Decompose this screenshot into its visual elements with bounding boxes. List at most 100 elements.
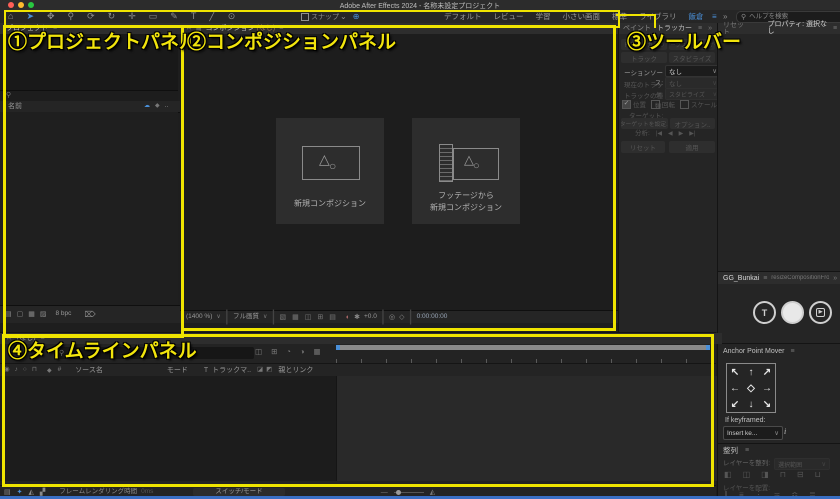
tab-gg-bunkai[interactable]: GG_Bunkai — [723, 275, 759, 282]
trkmat-column[interactable]: トラックマ.. — [212, 367, 251, 374]
anchor-info-button[interactable]: i — [784, 427, 786, 436]
label-color-icon[interactable]: ◆ — [155, 103, 160, 109]
move-anchor-left-icon[interactable]: ← — [727, 380, 743, 396]
column-name[interactable]: 名前 — [8, 103, 22, 110]
switch-mode-button[interactable]: スイッチ/モード — [193, 488, 284, 497]
transparency-grid-icon[interactable]: ▦ — [292, 314, 299, 321]
frame-blend-icon[interactable]: ◑ — [300, 348, 305, 356]
rotation-checkbox[interactable]: 回転 — [651, 99, 675, 109]
adjustment-icon[interactable]: ▨ — [40, 311, 47, 318]
workspace-menu-icon[interactable]: ≡ — [712, 12, 717, 21]
keyframe-mode-dropdown[interactable]: Insert ke... ∨ — [723, 426, 783, 440]
anchor-panel-title[interactable]: Anchor Point Mover — [723, 348, 784, 355]
move-anchor-top-left-icon[interactable]: ↖ — [727, 364, 743, 380]
move-anchor-bottom-right-icon[interactable]: ↘ — [759, 396, 775, 412]
gg-bunkai-solid-button[interactable] — [781, 301, 804, 324]
align-v-center-icon[interactable]: ⊟ — [797, 471, 804, 479]
axis-mode-icon[interactable]: ⊕ — [353, 13, 360, 21]
scale-checkbox[interactable]: スケール — [680, 99, 717, 109]
render-time-icon[interactable]: ▞ — [40, 489, 45, 496]
timeline-zoom-out-icon[interactable]: — — [381, 489, 388, 496]
video-eye-icon[interactable]: ◉ — [4, 367, 10, 374]
resolution-value[interactable]: フル画質 — [233, 314, 259, 321]
scripts-overflow-icon[interactable]: » — [833, 275, 837, 282]
analyze-backward-one-icon[interactable]: |◀ — [656, 131, 662, 137]
move-anchor-bottom-left-icon[interactable]: ↙ — [727, 396, 743, 412]
anchor-panel-menu-icon[interactable]: ≡ — [790, 348, 794, 355]
tracker-reset-button[interactable]: リセット — [621, 141, 665, 153]
matte-alpha-icon[interactable]: ◪ — [257, 367, 263, 374]
timeline-zoom-handle[interactable] — [396, 490, 401, 495]
draft-3d-icon[interactable]: ⊞ — [271, 348, 277, 356]
brush-tool-icon[interactable]: ╱ — [209, 12, 214, 21]
work-area-end-handle[interactable] — [706, 345, 710, 350]
t-column[interactable]: T — [204, 367, 208, 374]
puppet-pin-tool-icon[interactable]: ⊙ — [228, 12, 236, 21]
pen-tool-icon[interactable]: ✎ — [170, 12, 178, 21]
timeline-zoom-slider[interactable] — [394, 492, 424, 493]
work-area-bar[interactable] — [336, 345, 710, 350]
column-dots-icon[interactable]: ‥ — [165, 103, 169, 109]
motion-blur-icon[interactable]: ▦ — [313, 348, 320, 356]
snap-options-icon[interactable]: ⌄ — [340, 13, 347, 21]
layer-track-area[interactable] — [336, 376, 717, 481]
comp-mini-flowchart-icon[interactable]: ◫ — [255, 348, 262, 356]
hide-shy-layers-icon[interactable]: ◔ — [286, 348, 291, 356]
magnification-value[interactable]: (1400 %) — [186, 314, 212, 321]
composition-timecode[interactable]: 0:00:00:00 — [417, 314, 448, 321]
pan-behind-tool-icon[interactable]: ✛ — [128, 12, 136, 21]
snap-checkbox[interactable] — [301, 13, 309, 21]
project-item-list[interactable] — [0, 112, 178, 305]
rulers-icon[interactable]: ▤ — [329, 314, 336, 321]
workspace-tab-iikura[interactable]: 飯倉 — [689, 13, 704, 21]
analyze-forward-icon[interactable]: ▶ — [679, 131, 684, 137]
position-checkbox[interactable]: ✓位置 — [622, 99, 646, 109]
hand-tool-icon[interactable]: ✥ — [47, 12, 55, 21]
expand-in-out-icon[interactable]: ◭ — [29, 489, 34, 496]
move-anchor-bottom-icon[interactable]: ↓ — [743, 396, 759, 412]
analyze-backward-icon[interactable]: ◀ — [668, 131, 673, 137]
expand-layer-switches-icon[interactable]: ▤ — [4, 489, 11, 496]
workspace-overflow-icon[interactable]: » — [723, 12, 727, 21]
trash-icon[interactable]: ⌦ — [84, 311, 95, 319]
options-button[interactable]: オプション.. — [670, 118, 715, 129]
region-of-interest-icon[interactable]: ▧ — [280, 314, 287, 321]
rotation-tool-icon[interactable]: ↻ — [108, 12, 116, 21]
layer-list-area[interactable] — [0, 376, 336, 481]
mode-column[interactable]: モード — [167, 367, 188, 374]
exposure-value[interactable]: +0.0 — [364, 314, 377, 321]
align-panel-menu-icon[interactable]: ≡ — [745, 447, 749, 454]
move-anchor-center-icon[interactable]: ◇ — [743, 380, 759, 396]
source-name-column[interactable]: ソース名 — [75, 367, 103, 374]
set-target-button[interactable]: ターゲットを設定.. — [621, 118, 668, 129]
workspace-tab-small-screen[interactable]: 小さい画面 — [563, 13, 601, 21]
align-top-icon[interactable]: ⊓ — [780, 471, 786, 479]
interpret-footage-icon[interactable]: ▤ — [5, 311, 12, 318]
scripts-menu-icon[interactable]: ≡ — [763, 275, 767, 282]
analyze-forward-one-icon[interactable]: ▶| — [689, 131, 695, 137]
gg-bunkai-comp-button[interactable]: ▶ — [809, 301, 832, 324]
align-left-icon[interactable]: ◧ — [724, 471, 732, 479]
align-h-center-icon[interactable]: ◫ — [743, 471, 751, 479]
new-folder-icon[interactable]: ▢ — [17, 311, 24, 318]
guides-icon[interactable]: ⊞ — [317, 314, 323, 321]
parent-link-column[interactable]: 親とリンク — [278, 367, 313, 374]
new-composition-from-footage-button[interactable]: △ ○ フッテージから 新規コンポジション — [412, 118, 520, 224]
align-right-icon[interactable]: ◨ — [761, 471, 769, 479]
view-layout-icon[interactable]: ◇ — [399, 314, 404, 321]
new-composition-button[interactable]: △ ○ 新規コンポジション — [276, 118, 384, 224]
expand-transfer-controls-icon[interactable]: ✦ — [17, 489, 23, 496]
tab-resize-composition[interactable]: resizeCompositionFromS — [771, 275, 829, 281]
shape-tool-icon[interactable]: ▭ — [149, 12, 158, 21]
type-tool-icon[interactable]: T — [191, 12, 197, 21]
move-anchor-right-icon[interactable]: → — [759, 380, 775, 396]
magnification-caret-icon[interactable]: ∨ — [216, 314, 220, 320]
workspace-tab-default[interactable]: デフォルト — [444, 13, 482, 21]
selection-tool-icon[interactable]: ➤ — [26, 12, 34, 21]
exposure-icon[interactable]: ✱ — [354, 314, 360, 321]
orbit-camera-tool-icon[interactable]: ⟳ — [87, 12, 95, 21]
workspace-tab-review[interactable]: レビュー — [494, 13, 524, 21]
audio-icon[interactable]: ♪ — [15, 367, 18, 374]
bit-depth-label[interactable]: 8 bpc — [56, 311, 72, 318]
lock-icon[interactable]: ⊓ — [32, 367, 37, 374]
